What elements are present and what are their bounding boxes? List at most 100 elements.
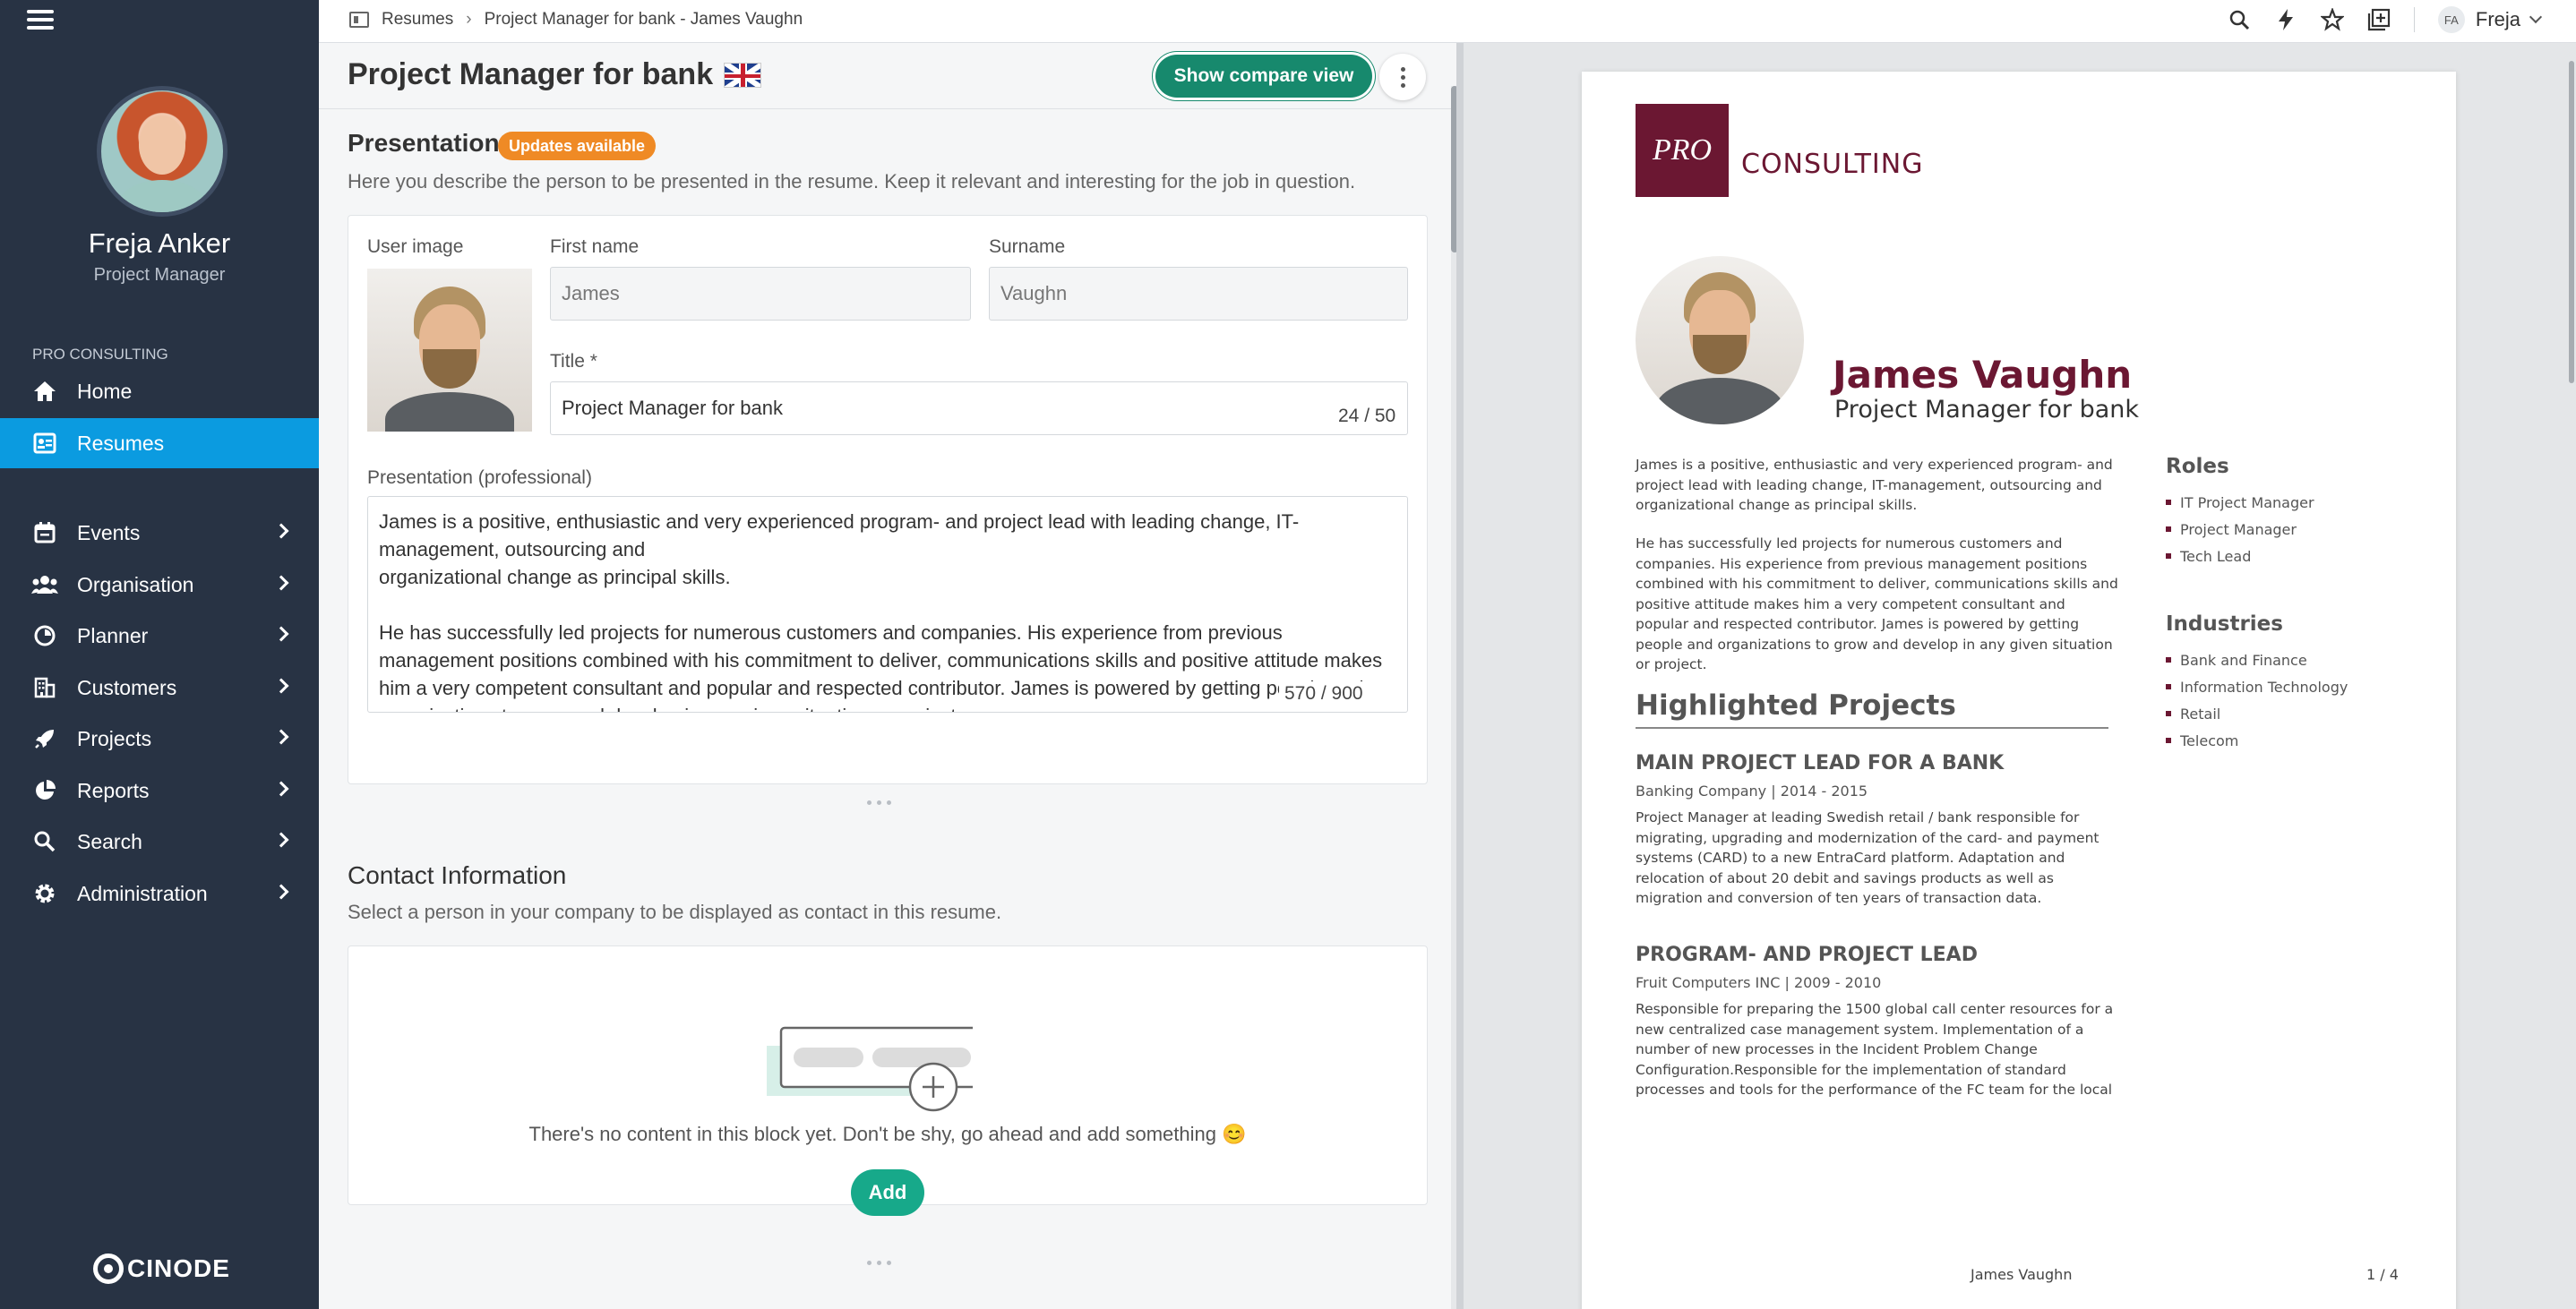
chevron-right-icon	[273, 575, 289, 591]
sidebar-item-label: Resumes	[77, 431, 165, 455]
preview-scrollbar[interactable]	[2569, 43, 2576, 1309]
roles-list: IT Project Manager Project Manager Tech …	[2166, 489, 2314, 569]
title-label: Title *	[550, 351, 597, 372]
resume-icon	[30, 429, 59, 458]
resume-name: James Vaughn	[1833, 353, 2133, 397]
section-drag-handle[interactable]	[867, 1261, 891, 1265]
rocket-icon	[30, 724, 59, 753]
top-actions: FA Freja	[2228, 0, 2543, 39]
project-description: Project Manager at leading Swedish retai…	[1636, 809, 2099, 906]
page-number: 1 / 4	[2366, 1266, 2399, 1283]
breadcrumb-current: Project Manager for bank - James Vaughn	[484, 10, 803, 29]
sidebar-item-label: Search	[77, 829, 142, 853]
presentation-text-label: Presentation (professional)	[367, 467, 592, 488]
resume-paragraph: He has successfully led projects for num…	[1636, 535, 2118, 672]
list-item: Telecom	[2166, 727, 2348, 754]
brand-logo: CINODE	[93, 1253, 230, 1284]
empty-block-text: There's no content in this block yet. Do…	[528, 1123, 1247, 1145]
presentation-description: Here you describe the person to be prese…	[348, 170, 1356, 192]
add-contact-button[interactable]: Add	[851, 1169, 924, 1216]
search-icon[interactable]	[2228, 8, 2251, 31]
add-window-icon[interactable]	[2367, 8, 2391, 31]
empty-block-illustration	[767, 1026, 973, 1112]
list-item: IT Project Manager	[2166, 489, 2314, 516]
industries-heading: Industries	[2166, 612, 2283, 636]
sidebar: Freja Anker Project Manager PRO CONSULTI…	[0, 0, 319, 1309]
calendar-icon	[30, 518, 59, 547]
highlighted-projects-heading: Highlighted Projects	[1636, 689, 2108, 729]
pane-resize-handle[interactable]	[1456, 43, 1464, 1309]
resume-preview: PRO CONSULTING James Vaughn Project Mana…	[1464, 43, 2576, 1309]
presentation-heading: Presentation	[348, 129, 500, 157]
roles-heading: Roles	[2166, 455, 2229, 478]
contact-heading: Contact Information	[348, 861, 567, 889]
user-initials: FA	[2437, 6, 2465, 33]
resume-title: Project Manager for bank	[348, 57, 714, 91]
resume-photo	[1636, 256, 1804, 424]
chevron-right-icon	[273, 781, 289, 797]
home-icon	[30, 377, 59, 406]
user-menu[interactable]: FA Freja	[2437, 6, 2543, 33]
industries-list: Bank and Finance Information Technology …	[2166, 646, 2348, 754]
surname-label: Surname	[989, 236, 1066, 257]
pie-icon	[30, 621, 59, 650]
page-title: Project Manager for bank	[348, 57, 762, 92]
sidebar-item-label: Customers	[77, 675, 177, 699]
presentation-textarea[interactable]: James is a positive, enthusiastic and ve…	[367, 496, 1408, 713]
menu-icon[interactable]	[27, 5, 54, 34]
title-field[interactable]: Project Manager for bank	[550, 381, 1408, 435]
building-icon	[30, 673, 59, 702]
chevron-right-icon	[273, 729, 289, 745]
lightning-icon[interactable]	[2274, 8, 2297, 31]
user-image-label: User image	[367, 236, 464, 257]
sidebar-item-search[interactable]: Search	[0, 817, 319, 867]
sidebar-item-events[interactable]: Events	[0, 508, 319, 558]
breadcrumb-separator: ›	[466, 10, 472, 29]
section-drag-handle[interactable]	[867, 800, 891, 805]
sidebar-item-customers[interactable]: Customers	[0, 663, 319, 713]
first-name-field[interactable]: James	[550, 267, 971, 321]
chart-pie-icon	[30, 776, 59, 805]
star-icon[interactable]	[2320, 8, 2344, 31]
title-char-counter: 24 / 50	[1338, 406, 1396, 426]
sidebar-item-organisation[interactable]: Organisation	[0, 560, 319, 610]
sidebar-item-resumes[interactable]: Resumes	[0, 418, 319, 468]
show-compare-view-button[interactable]: Show compare view	[1155, 55, 1372, 98]
sidebar-item-planner[interactable]: Planner	[0, 611, 319, 661]
project-title: MAIN PROJECT LEAD FOR A BANK	[1636, 752, 2005, 774]
list-item: Project Manager	[2166, 516, 2314, 543]
company-name: CONSULTING	[1741, 149, 1924, 180]
divider	[2413, 7, 2415, 32]
sidebar-item-administration[interactable]: Administration	[0, 868, 319, 919]
uk-flag-icon[interactable]	[724, 62, 762, 88]
resume-icon	[349, 12, 369, 28]
more-options-icon[interactable]	[1379, 54, 1426, 100]
gear-icon	[30, 879, 59, 908]
cinode-logo-icon	[93, 1253, 124, 1284]
breadcrumb-resumes[interactable]: Resumes	[382, 10, 453, 30]
project-meta: Banking Company | 2014 - 2015	[1636, 783, 1868, 800]
user-image[interactable]	[367, 269, 532, 432]
sidebar-item-reports[interactable]: Reports	[0, 766, 319, 816]
sidebar-item-label: Events	[77, 520, 141, 544]
brand-name: CINODE	[127, 1254, 230, 1282]
chevron-right-icon	[273, 678, 289, 694]
editor-header: Project Manager for bank Show compare vi…	[319, 43, 1456, 109]
sidebar-item-projects[interactable]: Projects	[0, 714, 319, 764]
presentation-char-counter: 570 / 900	[1279, 681, 1369, 706]
chevron-right-icon	[273, 523, 289, 539]
sidebar-item-home[interactable]: Home	[0, 366, 319, 416]
topbar: Resumes › Project Manager for bank - Jam…	[319, 0, 2576, 43]
resume-page: PRO CONSULTING James Vaughn Project Mana…	[1582, 72, 2456, 1309]
user-avatar[interactable]	[97, 86, 228, 217]
sidebar-item-label: Administration	[77, 881, 208, 905]
search-icon	[30, 827, 59, 856]
sidebar-item-label: Planner	[77, 623, 149, 647]
resume-editor: Project Manager for bank Show compare vi…	[319, 43, 1456, 1309]
sidebar-item-label: Home	[77, 379, 133, 403]
sidebar-item-label: Organisation	[77, 572, 194, 596]
updates-available-badge[interactable]: Updates available	[498, 132, 657, 160]
chevron-right-icon	[273, 832, 289, 848]
pro-logo: PRO	[1636, 104, 1729, 197]
surname-field[interactable]: Vaughn	[989, 267, 1408, 321]
